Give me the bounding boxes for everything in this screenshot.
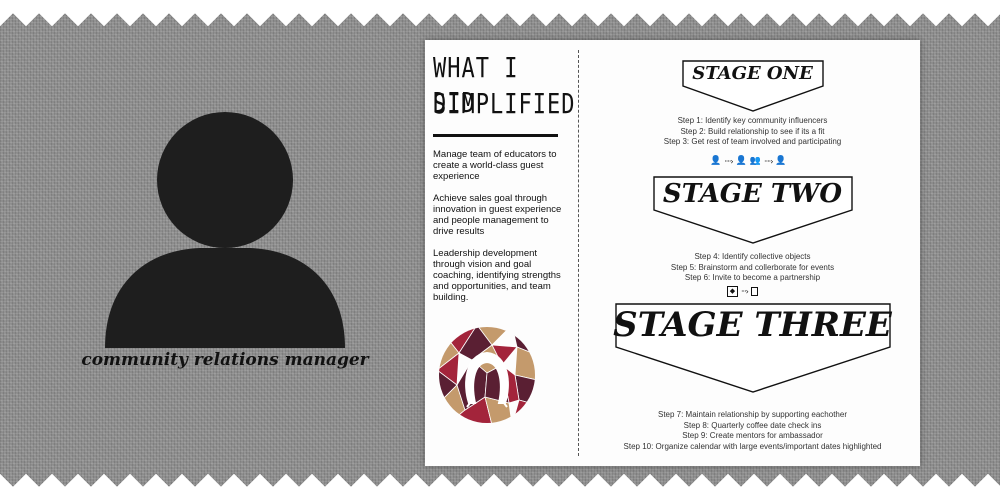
- zigzag-top-border: [0, 0, 1000, 26]
- step-item: Step 2: Build relationship to see if its…: [680, 126, 825, 136]
- headline-rule: [433, 134, 558, 137]
- step-item: Step 3: Get rest of team involved and pa…: [663, 137, 842, 146]
- stage-title: STAGE THREE: [613, 305, 892, 345]
- stage-steps: Step 4: Identify collective objects Step…: [585, 252, 920, 284]
- mosaic-logo: [439, 327, 535, 423]
- stage-title: STAGE TWO: [662, 179, 843, 209]
- bullet-item: Leadership development through vision an…: [433, 248, 561, 303]
- left-column: WHAT I DID SIMPLIFIED Manage team of edu…: [433, 52, 574, 314]
- step-item: Step 5: Brainstorm and collerborate for …: [670, 262, 835, 272]
- step-item: Step 1: Identify key community influence…: [677, 116, 828, 125]
- puzzle-icon: ◆: [727, 286, 738, 297]
- flow-icons-row: ◆ ···›: [727, 286, 758, 297]
- zigzag-bottom-border: [0, 474, 1000, 500]
- dotted-arrow-icon: ····›: [764, 156, 773, 166]
- column-divider: [578, 50, 579, 456]
- stage-steps: Step 7: Maintain relationship by support…: [585, 410, 920, 452]
- step-item: Step 9: Create mentors for ambassador: [682, 431, 823, 440]
- flow-icons-row: 👤 ····› 👤 👥 ····› 👤: [710, 156, 787, 166]
- role-title: community relations manager: [81, 350, 369, 370]
- document-icon: [750, 287, 758, 296]
- bullet-list: Manage team of educators to create a wor…: [433, 149, 568, 303]
- headline-line-2: SIMPLIFIED: [433, 89, 576, 121]
- person-silhouette-icon: [105, 112, 345, 348]
- step-item: Step 10: Organize calendar with large ev…: [623, 441, 882, 451]
- stages-column: STAGE ONE Step 1: Identify key community…: [585, 40, 920, 466]
- person-icon: 👤: [775, 156, 787, 166]
- stage-title: STAGE ONE: [692, 63, 813, 84]
- bullet-item: Achieve sales goal through innovation in…: [433, 193, 562, 237]
- info-card: WHAT I DID SIMPLIFIED Manage team of edu…: [425, 40, 920, 466]
- step-item: Step 7: Maintain relationship by support…: [657, 410, 847, 419]
- person-icon: 👤: [735, 156, 747, 166]
- stage-steps: Step 1: Identify key community influence…: [585, 116, 920, 148]
- person-icon: 👤: [710, 156, 722, 166]
- dotted-arrow-icon: ····›: [724, 156, 733, 166]
- group-icon: 👥: [749, 156, 762, 166]
- step-item: Step 8: Quarterly coffee date check ins: [683, 420, 822, 430]
- step-item: Step 6: Invite to become a partnership: [684, 273, 821, 282]
- headline: WHAT I DID SIMPLIFIED: [433, 52, 574, 124]
- bullet-item: Manage team of educators to create a wor…: [433, 149, 557, 182]
- step-item: Step 4: Identify collective objects: [694, 252, 811, 261]
- dotted-arrow-icon: ···›: [741, 287, 749, 296]
